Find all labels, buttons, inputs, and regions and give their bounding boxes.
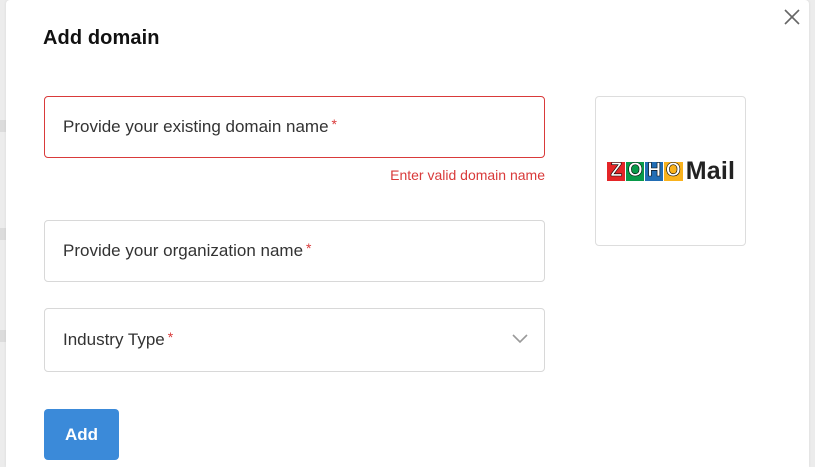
domain-error-message: Enter valid domain name <box>390 167 545 183</box>
zoho-letter: O <box>665 160 681 182</box>
domain-name-field[interactable]: Provide your existing domain name * <box>44 96 545 158</box>
domain-name-placeholder: Provide your existing domain name <box>63 117 329 136</box>
zoho-letter-tile: H <box>643 160 665 182</box>
zoho-letter-tile: O <box>624 160 646 182</box>
zoho-letter-tile: Z <box>605 160 627 182</box>
logo-mail-text: Mail <box>685 156 736 185</box>
zoho-letter: Z <box>610 160 623 182</box>
required-marker: * <box>331 116 337 132</box>
industry-type-select[interactable]: Industry Type * <box>44 308 545 372</box>
zoho-letter-tile: O <box>662 160 684 182</box>
zoho-mail-logo: ZOHO Mail <box>595 96 746 246</box>
add-domain-dialog: Add domain Provide your existing domain … <box>6 0 809 467</box>
zoho-letter: O <box>627 160 643 182</box>
close-icon[interactable] <box>783 8 801 26</box>
zoho-letter: H <box>647 160 662 182</box>
add-button[interactable]: Add <box>44 409 119 460</box>
required-marker: * <box>167 329 174 345</box>
organization-name-placeholder: Provide your organization name <box>63 241 304 260</box>
dialog-title: Add domain <box>43 27 160 49</box>
chevron-down-icon <box>512 334 528 344</box>
organization-name-field[interactable]: Provide your organization name * <box>44 220 545 282</box>
industry-type-placeholder: Industry Type <box>63 330 165 349</box>
zoho-letters: ZOHO <box>605 160 684 182</box>
required-marker: * <box>306 240 312 256</box>
